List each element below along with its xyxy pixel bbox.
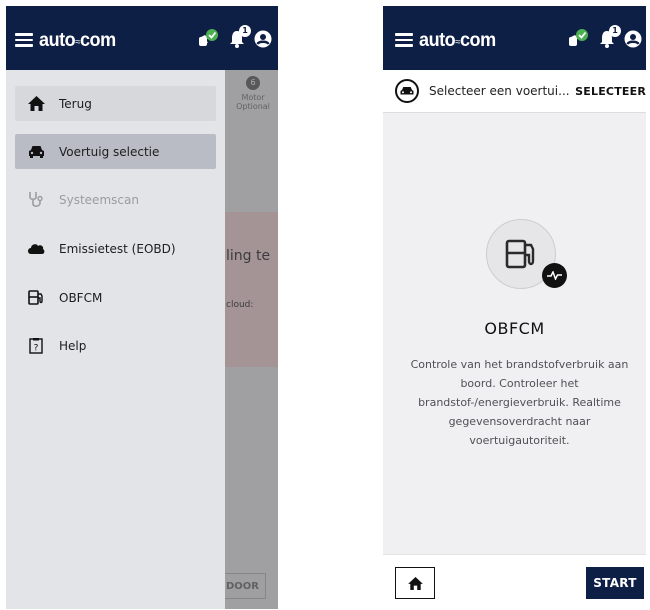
account-icon[interactable] — [624, 30, 642, 52]
stethoscope-icon — [27, 191, 45, 209]
menu-item-systeemscan[interactable]: Systeemscan — [15, 182, 216, 217]
menu-item-obfcm[interactable]: OBFCM — [15, 280, 216, 315]
menu-icon[interactable] — [15, 33, 33, 47]
home-icon — [27, 95, 45, 113]
notifications-icon[interactable]: 1 — [229, 25, 251, 52]
start-button[interactable]: START — [586, 567, 644, 599]
menu-item-label: Terug — [59, 96, 92, 111]
top-bar-icons: 1 — [566, 25, 642, 53]
navigation-drawer: Terug Voertuig selectie Systeemscan Emis… — [6, 70, 225, 609]
top-bar-icons: 1 — [196, 25, 272, 53]
vci-connected-icon[interactable] — [196, 29, 220, 53]
obfcm-panel: OBFCM Controle van het brandstofverbruik… — [383, 113, 646, 555]
menu-item-voertuig-selectie[interactable]: Voertuig selectie — [15, 134, 216, 169]
menu-item-label: Emissietest (EOBD) — [59, 241, 176, 256]
home-icon — [407, 576, 423, 590]
page-title: OBFCM — [484, 319, 545, 338]
menu-item-label: Systeemscan — [59, 192, 139, 207]
footer-bar: START — [383, 554, 646, 609]
svg-text:?: ? — [34, 343, 39, 353]
autocom-logo: auto≈com — [419, 30, 496, 51]
menu-icon[interactable] — [395, 33, 413, 47]
vehicle-select-bar: Selecteer een voertui... SELECTEER — [383, 70, 646, 113]
menu-item-emissietest[interactable]: Emissietest (EOBD) — [15, 231, 216, 266]
select-vehicle-button[interactable]: SELECTEER — [575, 85, 646, 98]
fuel-pump-icon — [27, 289, 45, 307]
left-screen: 6 Motor Optional ling te cloud: DOOR aut… — [6, 6, 278, 609]
menu-item-help[interactable]: ? Help — [15, 328, 216, 363]
home-button[interactable] — [395, 567, 435, 599]
top-bar: auto≈com 1 — [6, 6, 278, 70]
pulse-icon — [542, 263, 567, 288]
vehicle-select-text: Selecteer een voertui... — [429, 84, 570, 98]
menu-item-label: Help — [59, 338, 87, 353]
top-bar: auto≈com 1 — [383, 6, 646, 70]
emission-cloud-icon — [27, 240, 45, 258]
page-description: Controle van het brandstofverbruik aan b… — [410, 358, 629, 447]
notification-count: 1 — [239, 25, 251, 37]
autocom-logo: auto≈com — [39, 30, 116, 51]
help-icon: ? — [27, 337, 45, 355]
notification-count: 1 — [609, 25, 621, 37]
vci-connected-icon[interactable] — [566, 29, 590, 53]
menu-item-label: Voertuig selectie — [59, 144, 160, 159]
car-icon — [27, 143, 45, 161]
right-screen: auto≈com 1 Selecteer een voertui... SELE… — [383, 6, 646, 609]
menu-item-terug[interactable]: Terug — [15, 86, 216, 121]
account-icon[interactable] — [254, 30, 272, 52]
car-circle-icon — [395, 79, 419, 103]
notifications-icon[interactable]: 1 — [599, 25, 621, 52]
menu-item-label: OBFCM — [59, 290, 103, 305]
